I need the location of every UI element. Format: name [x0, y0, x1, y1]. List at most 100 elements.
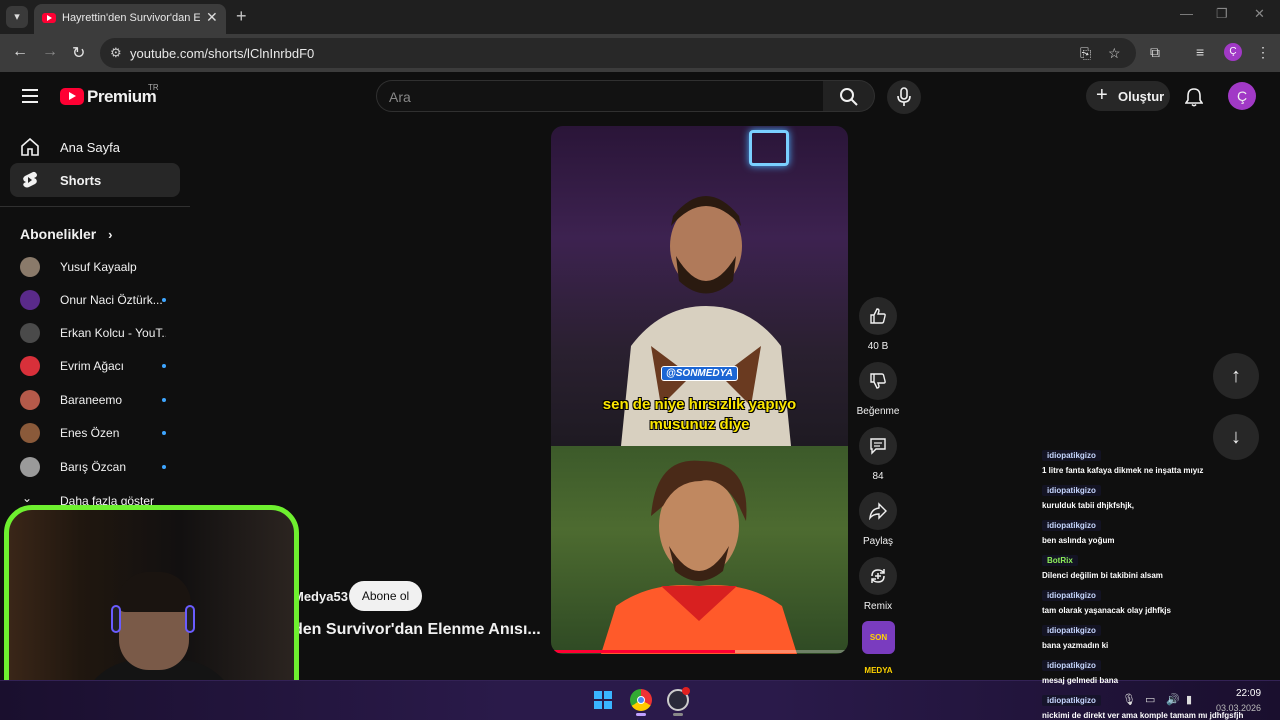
headset-icon [185, 605, 195, 633]
subscription-item[interactable]: Enes Özen [10, 418, 180, 448]
subscription-item[interactable]: Onur Naci Öztürk... [10, 285, 180, 315]
new-content-dot [162, 465, 166, 469]
address-bar[interactable]: ⚙ youtube.com/shorts/lClnInrbdF0 ⎘ ☆ [100, 38, 1136, 68]
neon-sign-icon [749, 130, 789, 166]
youtube-logo-icon[interactable] [60, 88, 84, 105]
forward-button[interactable]: → [42, 43, 58, 61]
chat-text: 1 litre fanta kafaya dikmek ne inşatta m… [1042, 466, 1204, 475]
new-content-dot [162, 364, 166, 368]
more-menu-icon[interactable]: ⋮ [1256, 44, 1270, 61]
short-video-player[interactable]: @SONMEDYA sen de niye hırsızlık yapıyo m… [551, 126, 848, 654]
account-avatar[interactable]: Ç [1228, 82, 1256, 110]
subscription-item[interactable]: Barış Özcan [10, 452, 180, 482]
like-button[interactable]: 40 B [858, 297, 898, 352]
chat-message: idiopatikgizo ben aslında yoğum [1042, 515, 1278, 545]
app-indicator [673, 713, 683, 716]
channel-thumbnail[interactable]: SON MEDYA [862, 621, 895, 675]
subscription-name: Barış Özcan [60, 460, 127, 474]
chat-username: idiopatikgizo [1042, 485, 1101, 496]
obs-icon[interactable] [667, 687, 690, 711]
new-content-dot [162, 398, 166, 402]
notifications-bell-icon[interactable] [1185, 87, 1203, 107]
short-title[interactable]: den Survivor'dan Elenme Anısı... [293, 621, 541, 639]
subscriptions-heading[interactable]: Abonelikler › [20, 226, 112, 242]
extensions-icon[interactable]: ⧉ [1150, 44, 1160, 61]
chat-text: bana yazmadın ki [1042, 641, 1109, 650]
browser-tab[interactable]: Hayrettin'den Survivor'dan Elenme Anısı … [34, 4, 226, 34]
chat-text: Dilenci değilim bi takibini alsam [1042, 571, 1163, 580]
new-tab-button[interactable]: + [236, 6, 247, 27]
chat-message: idiopatikgizo bana yazmadın ki [1042, 620, 1278, 650]
search-button[interactable] [823, 80, 875, 112]
bookmark-star-icon[interactable]: ☆ [1108, 45, 1121, 62]
thumbs-down-icon [870, 373, 886, 389]
back-button[interactable]: ← [12, 43, 28, 61]
channel-name[interactable]: Medya53 [293, 589, 348, 604]
chat-message: idiopatikgizo 1 litre fanta kafaya dikme… [1042, 445, 1278, 475]
channel-thumbnail-text: SON MEDYA [864, 633, 893, 675]
comments-button[interactable]: 84 [858, 427, 898, 482]
windows-start-icon[interactable] [594, 691, 612, 709]
maximize-button[interactable]: ❐ [1216, 6, 1228, 22]
chat-text: kurulduk tabii dhjkfshjk, [1042, 501, 1135, 510]
search-input[interactable]: Ara [376, 80, 824, 112]
sidebar-divider [0, 206, 190, 207]
share-button[interactable]: Paylaş [858, 492, 898, 547]
chat-text: mesaj gelmedi bana [1042, 676, 1119, 685]
create-button[interactable]: + Oluştur [1086, 81, 1170, 111]
remix-label: Remix [863, 601, 893, 612]
chevron-down-icon: ⌄ [22, 491, 33, 505]
video-progress-bar[interactable] [551, 650, 848, 653]
subscribe-button[interactable]: Abone ol [349, 581, 422, 611]
sidebar-item-label: Ana Sayfa [60, 140, 120, 155]
country-code: TR [148, 83, 159, 92]
chevron-right-icon: › [108, 227, 113, 242]
video-frame-bottom [551, 446, 848, 654]
active-app-indicator [636, 713, 646, 716]
menu-icon[interactable] [22, 89, 38, 103]
sidebar-item-shorts[interactable]: Shorts [10, 163, 180, 197]
media-control-icon[interactable]: ≡ [1196, 44, 1204, 60]
voice-search-button[interactable] [887, 80, 921, 114]
subscription-name: Onur Naci Öztürk... [60, 293, 163, 307]
microphone-icon [897, 87, 911, 106]
shorts-icon [23, 171, 37, 188]
subscription-name: Baraneemo [60, 393, 123, 407]
channel-avatar [20, 423, 40, 443]
comment-icon [870, 438, 886, 455]
chat-username: idiopatikgizo [1042, 660, 1101, 671]
subscription-name: Enes Özen [60, 426, 120, 440]
home-icon [21, 138, 39, 156]
chrome-icon[interactable] [630, 689, 652, 711]
tab-strip: ▾ Hayrettin'den Survivor'dan Elenme Anıs… [0, 0, 1280, 34]
video-progress-fill [551, 650, 736, 653]
sidebar-item-home[interactable]: Ana Sayfa [10, 130, 180, 164]
plus-icon: + [1096, 84, 1108, 106]
chat-username: idiopatikgizo [1042, 450, 1101, 461]
profile-avatar[interactable]: Ç [1224, 43, 1242, 61]
install-app-icon[interactable]: ⎘ [1080, 45, 1091, 62]
minimize-button[interactable]: — [1180, 6, 1193, 21]
close-tab-icon[interactable]: ✕ [206, 9, 218, 26]
chat-username: BotRix [1042, 555, 1078, 566]
previous-short-button[interactable]: ↑ [1213, 353, 1259, 399]
remix-button[interactable]: Remix [858, 557, 898, 612]
caption-line: sen de niye hırsızlık yapıyo [602, 396, 797, 413]
subscription-name: Erkan Kolcu - YouT... [60, 326, 166, 340]
subscription-item[interactable]: Evrim Ağacı [10, 351, 180, 381]
logo-text[interactable]: Premium [87, 87, 157, 107]
close-window-button[interactable]: ✕ [1254, 6, 1265, 22]
chat-username: idiopatikgizo [1042, 590, 1101, 601]
dislike-button[interactable]: Beğenme [857, 362, 899, 417]
comment-count: 84 [872, 471, 884, 482]
tab-search-button[interactable]: ▾ [6, 6, 28, 28]
search-placeholder: Ara [389, 89, 411, 105]
subscription-name: Yusuf Kayaalp [60, 260, 137, 274]
subscription-item[interactable]: Yusuf Kayaalp [10, 252, 180, 282]
like-count: 40 B [867, 341, 889, 352]
subscription-item[interactable]: Erkan Kolcu - YouT... [10, 318, 180, 348]
chat-username: idiopatikgizo [1042, 625, 1101, 636]
reload-button[interactable]: ↻ [72, 43, 85, 63]
site-info-icon[interactable]: ⚙ [110, 45, 122, 61]
subscription-item[interactable]: Baraneemo [10, 385, 180, 415]
